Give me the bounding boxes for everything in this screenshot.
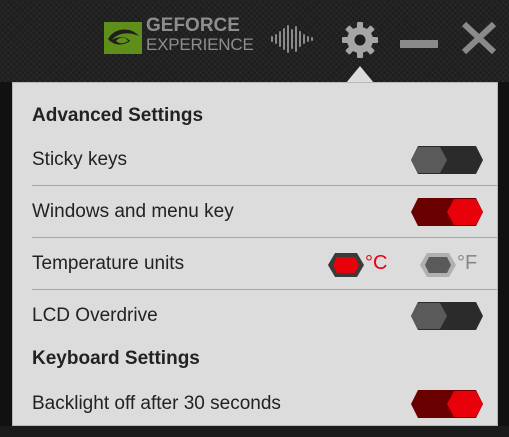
background-strip (0, 426, 509, 437)
logo-text: GEFORCE EXPERIENCE (146, 16, 254, 53)
nvidia-eye-icon (104, 22, 142, 54)
panel-pointer (346, 66, 374, 83)
logo-line2: EXPERIENCE (146, 35, 254, 54)
backlight-toggle[interactable] (410, 389, 484, 419)
title-bar: GEFORCE EXPERIENCE (0, 0, 509, 82)
sticky-keys-row: Sticky keys (32, 135, 497, 186)
backlight-row: Backlight off after 30 seconds (32, 379, 497, 429)
equalizer-icon[interactable] (270, 25, 314, 53)
celsius-label: °C (365, 252, 388, 274)
settings-panel: Advanced Settings Sticky keys Windows an… (12, 82, 498, 426)
celsius-radio[interactable] (327, 252, 365, 278)
keyboard-settings-heading: Keyboard Settings (32, 348, 200, 369)
temperature-units-row: Temperature units °C °F (32, 239, 497, 290)
windows-key-row: Windows and menu key (32, 187, 497, 238)
gear-icon[interactable] (341, 21, 379, 59)
close-icon[interactable] (462, 22, 496, 54)
sticky-keys-label: Sticky keys (32, 149, 128, 170)
geforce-experience-logo: GEFORCE EXPERIENCE (104, 14, 254, 60)
celsius-option[interactable]: °C (327, 252, 397, 278)
minimize-icon[interactable] (400, 40, 438, 50)
fahrenheit-label: °F (457, 252, 478, 274)
advanced-settings-heading-row: Advanced Settings (32, 91, 497, 141)
sticky-keys-toggle[interactable] (410, 145, 484, 175)
backlight-label: Backlight off after 30 seconds (32, 393, 281, 414)
windows-key-toggle[interactable] (410, 197, 484, 227)
windows-key-label: Windows and menu key (32, 201, 234, 222)
keyboard-settings-heading-row: Keyboard Settings (32, 334, 497, 384)
fahrenheit-option[interactable]: °F (419, 252, 489, 278)
advanced-settings-heading: Advanced Settings (32, 105, 204, 126)
temperature-units-label: Temperature units (32, 253, 185, 274)
fahrenheit-radio[interactable] (419, 252, 457, 278)
logo-line1: GEFORCE (146, 15, 240, 36)
lcd-overdrive-toggle[interactable] (410, 301, 484, 331)
